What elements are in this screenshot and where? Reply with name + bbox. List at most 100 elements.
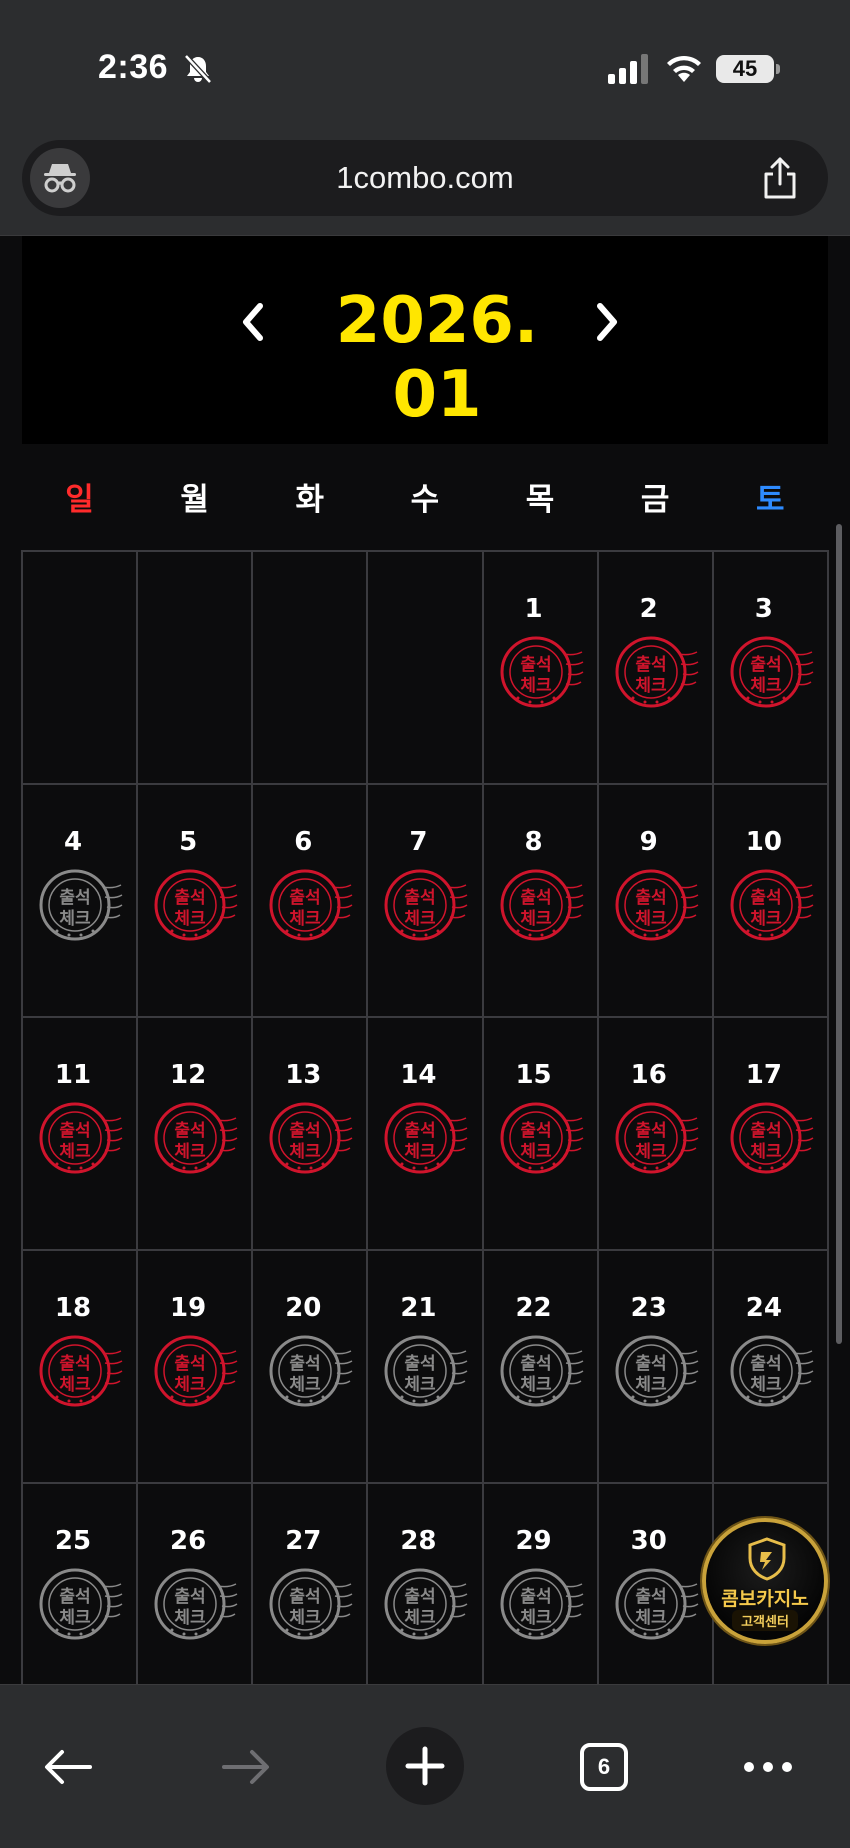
share-icon[interactable] xyxy=(760,156,800,200)
attendance-stamp-icon: 출석체크 xyxy=(384,1102,468,1174)
calendar-day-cell[interactable]: 18 출석 체크 xyxy=(23,1251,139,1484)
calendar-day-cell[interactable]: 11 출석 체크 xyxy=(23,1018,139,1251)
day-number: 28 xyxy=(400,1526,437,1556)
attendance-stamp-icon: 출석체크 xyxy=(269,869,353,941)
stamp-text-bottom: 체크 xyxy=(520,676,552,696)
attendance-stamp-icon: 출석체크 xyxy=(500,636,583,708)
attendance-stamp-icon: 출석체크 xyxy=(730,1102,814,1174)
calendar-day-cell[interactable]: 25 출석 체크 xyxy=(23,1484,139,1684)
chevron-right-icon xyxy=(597,303,617,341)
calendar-day-cell[interactable]: 28 출석 체크 xyxy=(368,1484,484,1684)
stamp-text-top: 출석 xyxy=(750,655,781,675)
calendar-day-cell[interactable]: 22 출석 체크 xyxy=(483,1251,599,1484)
calendar-day-cell[interactable]: 21 출석 체크 xyxy=(368,1251,484,1484)
stamp-text-top: 출석 xyxy=(290,1587,321,1607)
calendar-day-cell[interactable]: 9 출석 체크 xyxy=(598,785,714,1018)
attendance-stamp-icon: 출석체크 xyxy=(384,869,468,941)
stamp-text-bottom: 체크 xyxy=(59,1142,91,1162)
stamp-text-top: 출석 xyxy=(175,888,206,908)
customer-service-button[interactable]: 콤보카지노 고객센터 xyxy=(702,1518,828,1644)
weekday-monday: 월 xyxy=(180,482,209,518)
stamp-text-top: 출석 xyxy=(175,1121,206,1141)
calendar-day-cell[interactable]: 30 출석 체크 xyxy=(598,1484,714,1684)
new-tab-button[interactable] xyxy=(386,1727,464,1805)
attendance-stamp-icon: 출석체크 xyxy=(269,1102,353,1174)
attendance-stamp-icon: 출석체크 xyxy=(154,1568,238,1640)
stamp-text-bottom: 체크 xyxy=(405,909,437,929)
stamp-text-bottom: 체크 xyxy=(750,1142,782,1162)
calendar-day-cell[interactable]: 20 출석 체크 xyxy=(253,1251,369,1484)
calendar-day-cell[interactable]: 17 출석 체크 xyxy=(713,1018,829,1251)
calendar-day-cell[interactable]: 7 출석 체크 xyxy=(368,785,484,1018)
calendar-day-cell[interactable]: 23 출석 체크 xyxy=(598,1251,714,1484)
calendar-day-cell[interactable]: 29 출석 체크 xyxy=(483,1484,599,1684)
stamp-text-bottom: 체크 xyxy=(520,1142,552,1162)
day-number: 17 xyxy=(745,1060,782,1090)
calendar-cell-empty xyxy=(368,552,484,785)
day-number: 29 xyxy=(515,1526,552,1556)
weekday-sunday: 일 xyxy=(65,482,94,518)
battery-indicator: 45 xyxy=(716,55,780,83)
stamp-text-bottom: 체크 xyxy=(635,1142,667,1162)
more-menu-button[interactable] xyxy=(730,1729,806,1805)
calendar-day-cell[interactable]: 12 출석 체크 xyxy=(138,1018,254,1251)
attendance-stamp-icon: 출석체크 xyxy=(615,636,699,708)
day-number: 8 xyxy=(524,827,543,857)
day-number: 15 xyxy=(515,1060,552,1090)
calendar-day-cell[interactable]: 24 출석 체크 xyxy=(713,1251,829,1484)
calendar-day-cell[interactable]: 13 출석 체크 xyxy=(253,1018,369,1251)
day-number: 14 xyxy=(400,1060,437,1090)
stamp-text-top: 출석 xyxy=(520,1354,551,1374)
attendance-stamp-icon: 출석체크 xyxy=(154,1335,238,1407)
page-scrollbar[interactable] xyxy=(836,524,842,1344)
day-number: 26 xyxy=(170,1526,207,1556)
stamp-text-bottom: 체크 xyxy=(290,909,322,929)
attendance-stamp-icon: 출석체크 xyxy=(269,1335,353,1407)
stamp-text-bottom: 체크 xyxy=(59,1608,91,1628)
calendar-day-cell[interactable]: 6 출석 체크 xyxy=(253,785,369,1018)
status-bar: 2:36 45 xyxy=(0,0,850,128)
stamp-text-bottom: 체크 xyxy=(175,1142,207,1162)
calendar-day-cell[interactable]: 15 출석 체크 xyxy=(483,1018,599,1251)
attendance-stamp-icon: 출석체크 xyxy=(730,1335,814,1407)
attendance-stamp-icon: 출석체크 xyxy=(615,1568,699,1640)
browser-toolbar: 6 xyxy=(0,1684,850,1848)
shield-logo-icon xyxy=(748,1537,786,1581)
calendar-day-cell[interactable]: 14 출석 체크 xyxy=(368,1018,484,1251)
day-number: 4 xyxy=(63,827,83,857)
calendar-day-cell[interactable]: 16 출석 체크 xyxy=(598,1018,714,1251)
stamp-text-bottom: 체크 xyxy=(520,1608,552,1628)
more-dots-icon xyxy=(744,1762,792,1772)
stamp-text-top: 출석 xyxy=(635,888,666,908)
calendar-day-cell[interactable]: 10 출석 체크 xyxy=(713,785,829,1018)
attendance-stamp-icon: 출석체크 xyxy=(384,1568,468,1640)
calendar-day-cell[interactable]: 2 출석 체크 xyxy=(598,552,714,785)
calendar-day-cell[interactable]: 26 출석 체크 xyxy=(138,1484,254,1684)
tabs-button[interactable]: 6 xyxy=(566,1729,642,1805)
calendar-day-cell[interactable]: 8 출석 체크 xyxy=(483,785,599,1018)
back-button[interactable] xyxy=(30,1729,106,1805)
calendar-day-cell[interactable]: 4 출석 체크 xyxy=(23,785,139,1018)
forward-button[interactable] xyxy=(208,1729,284,1805)
url-field[interactable]: 1combo.com xyxy=(22,140,828,216)
previous-month-button[interactable] xyxy=(228,292,278,352)
day-number: 2 xyxy=(639,594,658,624)
day-number: 24 xyxy=(745,1293,782,1323)
calendar-cell-empty xyxy=(23,552,139,785)
calendar-day-cell[interactable]: 19 출석 체크 xyxy=(138,1251,254,1484)
stamp-text-bottom: 체크 xyxy=(520,909,552,929)
stamp-text-top: 출석 xyxy=(290,888,321,908)
stamp-text-top: 출석 xyxy=(520,888,551,908)
calendar-day-cell[interactable]: 3 출석 체크 xyxy=(713,552,829,785)
stamp-text-bottom: 체크 xyxy=(750,676,782,696)
stamp-text-top: 출석 xyxy=(59,1587,90,1607)
next-month-button[interactable] xyxy=(582,292,632,352)
weekday-header: 일 월 화 수 목 금 토 xyxy=(22,474,828,524)
calendar-day-cell[interactable]: 5 출석 체크 xyxy=(138,785,254,1018)
calendar-day-cell[interactable]: 27 출석 체크 xyxy=(253,1484,369,1684)
stamp-text-bottom: 체크 xyxy=(750,1375,782,1395)
day-number: 9 xyxy=(639,827,658,857)
calendar-day-cell[interactable]: 1 출석 체크 xyxy=(483,552,599,785)
day-number: 19 xyxy=(170,1293,207,1323)
stamp-text-top: 출석 xyxy=(520,1587,551,1607)
